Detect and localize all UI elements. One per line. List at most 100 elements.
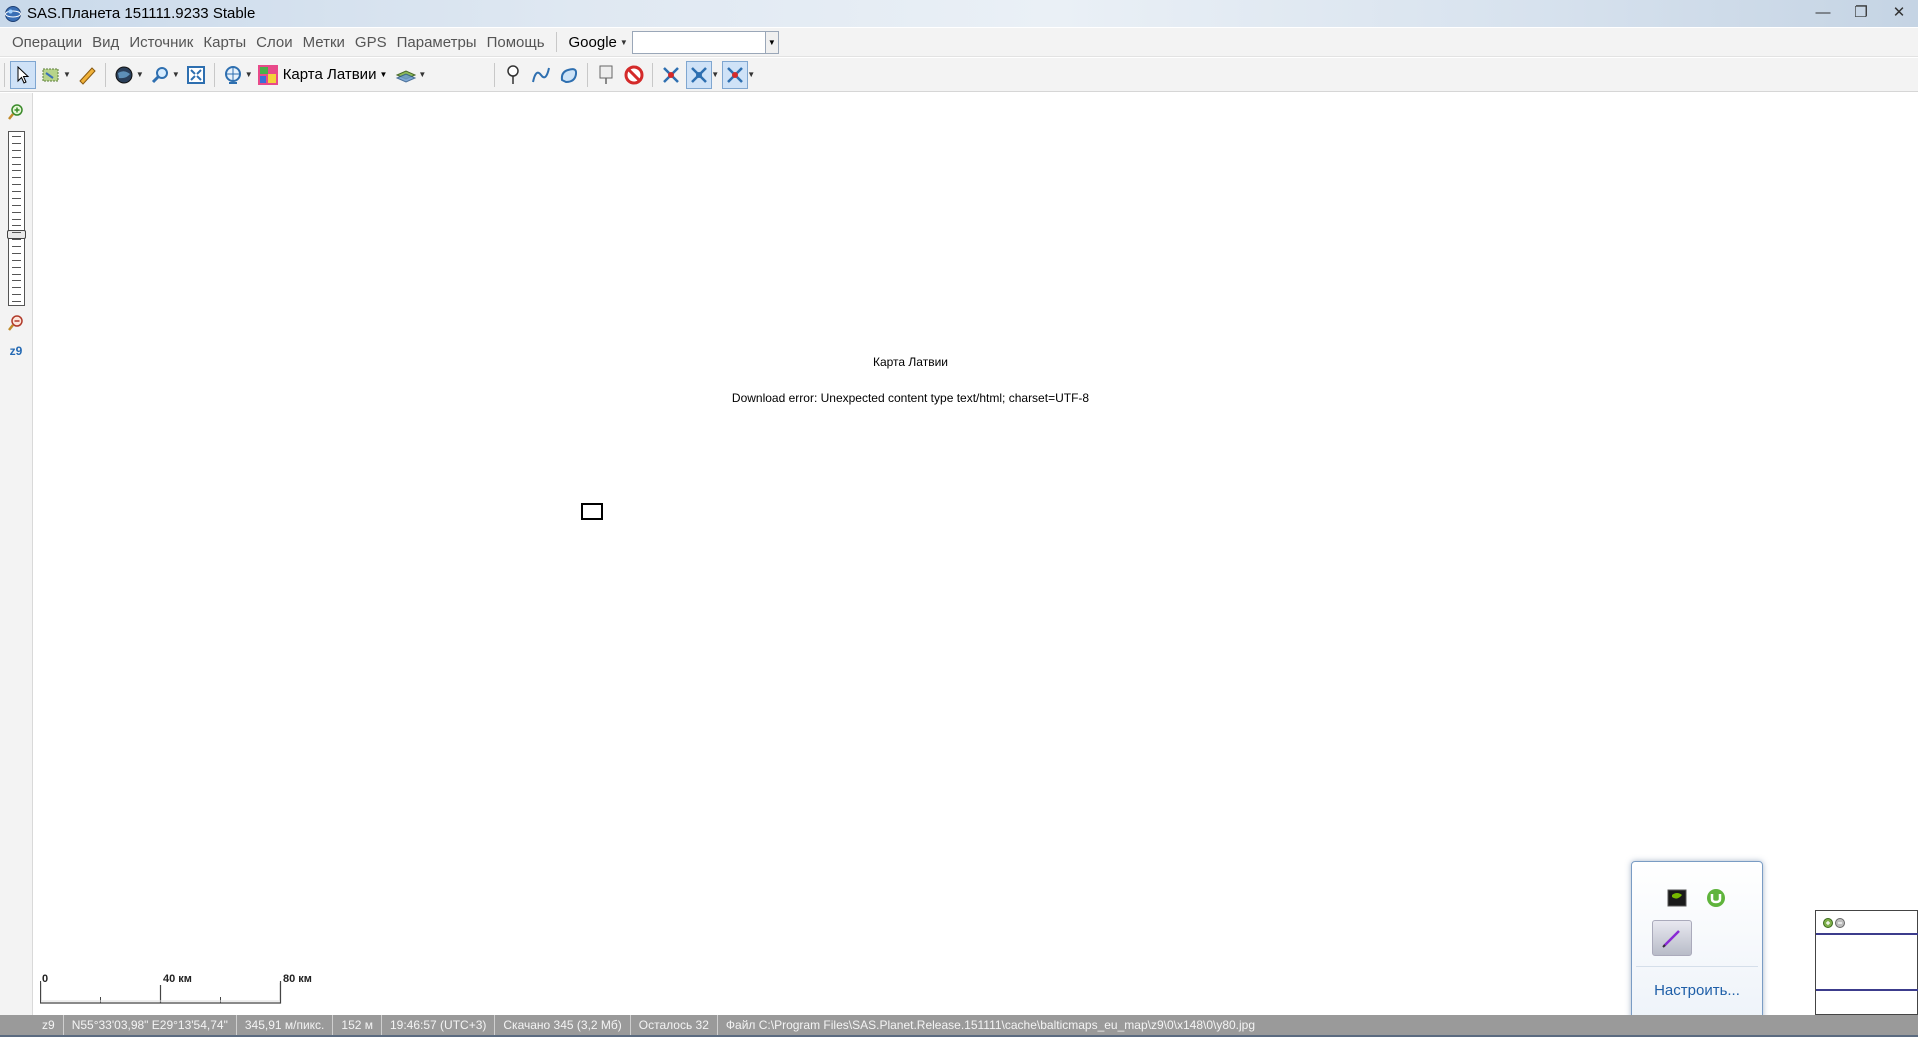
satellite-icon [663, 66, 680, 83]
search-input[interactable] [631, 30, 765, 54]
minimap-header [1816, 911, 1918, 935]
select-area-tool-button[interactable] [38, 61, 64, 89]
zoom-slider-tick [12, 273, 21, 275]
zoom-tool-button[interactable] [147, 61, 173, 89]
chevron-down-icon[interactable]: ▼ [136, 70, 144, 79]
fullscreen-button[interactable] [183, 61, 209, 89]
pointer-tool-button[interactable] [10, 60, 36, 89]
zoom-out-button[interactable] [5, 312, 27, 334]
zoom-slider-tick [12, 149, 21, 151]
hide-placemarks-button[interactable] [621, 61, 647, 89]
zoom-slider-tick [12, 246, 21, 247]
zoom-in-button[interactable] [5, 101, 27, 123]
title-bar: SAS.Планета 151111.9233 Stable — ❐ ✕ [0, 0, 1918, 27]
pen-tablet-tray-icon[interactable] [1652, 920, 1692, 956]
chevron-down-icon: ▼ [619, 37, 628, 47]
ruler-tool-button[interactable] [74, 61, 100, 89]
toolbar-grip [4, 62, 5, 87]
fullscreen-icon [186, 65, 205, 84]
tray-customize-link[interactable]: Настроить... [1632, 982, 1762, 999]
zoom-slider-tick [12, 197, 21, 199]
status-time: 19:46:57 (UTC+3) [382, 1015, 496, 1035]
overview-minimap[interactable] [1815, 910, 1918, 1015]
zoom-slider-tick [12, 266, 21, 268]
zoom-slider-tick [12, 218, 21, 220]
status-coordinates: N55°33'03,98" E29°13'54,74" [64, 1015, 237, 1035]
tray-divider [1636, 966, 1758, 967]
ruler-icon [79, 66, 96, 85]
zoom-slider[interactable] [7, 131, 26, 306]
nvidia-icon [1667, 889, 1687, 907]
menu-operations[interactable]: Операции [7, 28, 87, 57]
menu-view[interactable]: Вид [87, 28, 124, 57]
gps-track-button[interactable] [722, 60, 749, 89]
chevron-down-icon: ▼ [379, 70, 388, 79]
search-history-dropdown-button[interactable]: ▼ [764, 30, 779, 54]
zoom-slider-tick [12, 259, 21, 261]
scale-label-zero: 0 [42, 973, 49, 985]
polygon-icon [561, 67, 578, 83]
zoom-slider-tick [12, 163, 21, 165]
menu-layers[interactable]: Слои [251, 28, 297, 57]
zoom-slider-tick [12, 239, 21, 241]
status-resolution: 345,91 м/пикс. [237, 1015, 334, 1035]
main-toolbar: ▼ ▼ ▼ ▼ Карта Латвии ▼ ▼ ▼ ▼ [0, 58, 1918, 92]
gps-center-button[interactable] [686, 60, 713, 89]
tile-download-error: Download error: Unexpected content type … [731, 391, 1090, 405]
menu-maps[interactable]: Карты [198, 28, 251, 57]
gps-connect-button[interactable] [658, 61, 684, 89]
chevron-down-icon[interactable]: ▼ [747, 70, 755, 79]
menu-marks[interactable]: Метки [298, 28, 350, 57]
maximize-button[interactable]: ❐ [1842, 0, 1880, 24]
zoom-slider-tick [12, 280, 21, 282]
layers-icon [396, 69, 417, 83]
path-icon [532, 67, 551, 82]
toolbar-separator [587, 62, 589, 87]
search-engine-select[interactable]: Google ▼ [565, 34, 632, 51]
menu-source[interactable]: Источник [124, 28, 198, 57]
menu-gps[interactable]: GPS [350, 28, 392, 57]
menu-help[interactable]: Помощь [482, 28, 550, 57]
map-thumbnail-icon [257, 64, 278, 85]
status-elevation: 152 м [333, 1015, 382, 1035]
minimap-zoom-controls[interactable] [1822, 916, 1852, 930]
sas-planet-app-icon[interactable] [4, 5, 22, 23]
globe-view-button[interactable] [111, 61, 137, 89]
add-placemark-button[interactable] [500, 61, 526, 89]
window-controls: — ❐ ✕ [1804, 0, 1918, 24]
chevron-down-icon[interactable]: ▼ [172, 70, 180, 79]
zoom-in-icon [8, 104, 23, 120]
nvidia-tray-icon[interactable] [1665, 886, 1689, 910]
minimize-button[interactable]: — [1804, 0, 1842, 24]
map-source-button[interactable] [220, 61, 246, 89]
add-polygon-button[interactable] [556, 61, 582, 89]
menu-settings[interactable]: Параметры [392, 28, 482, 57]
chevron-down-icon[interactable]: ▼ [245, 70, 253, 79]
chevron-down-icon[interactable]: ▼ [63, 70, 71, 79]
map-type-select[interactable]: Карта Латвии ▼ [257, 64, 388, 86]
toolbar-separator [494, 62, 496, 87]
show-placemarks-button[interactable] [593, 61, 619, 89]
tile-selection-box [581, 503, 603, 520]
zoom-slider-tick [12, 170, 21, 172]
chevron-down-icon[interactable]: ▼ [418, 70, 426, 79]
zoom-slider-tick [12, 177, 21, 179]
zoom-slider-tick [12, 204, 21, 206]
zoom-slider-tick [12, 287, 21, 289]
pen-icon [1662, 930, 1680, 948]
toolbar-separator [213, 62, 215, 87]
zoom-out-icon [8, 315, 23, 331]
satellite-track-icon [691, 66, 708, 83]
notification-area-popup: Настроить... [1631, 861, 1763, 1021]
toolbar-separator [104, 62, 106, 87]
status-zoom: z9 [34, 1015, 64, 1035]
utorrent-tray-icon[interactable] [1704, 886, 1728, 910]
menu-bar: Операции Вид Источник Карты Слои Метки G… [0, 28, 1918, 57]
chevron-down-icon[interactable]: ▼ [711, 70, 719, 79]
placemarks-list-icon [599, 65, 613, 84]
close-button[interactable]: ✕ [1880, 0, 1918, 24]
forbidden-icon [624, 65, 644, 84]
add-path-button[interactable] [528, 61, 554, 89]
layers-button[interactable] [393, 61, 419, 89]
magnifier-icon [151, 66, 168, 83]
